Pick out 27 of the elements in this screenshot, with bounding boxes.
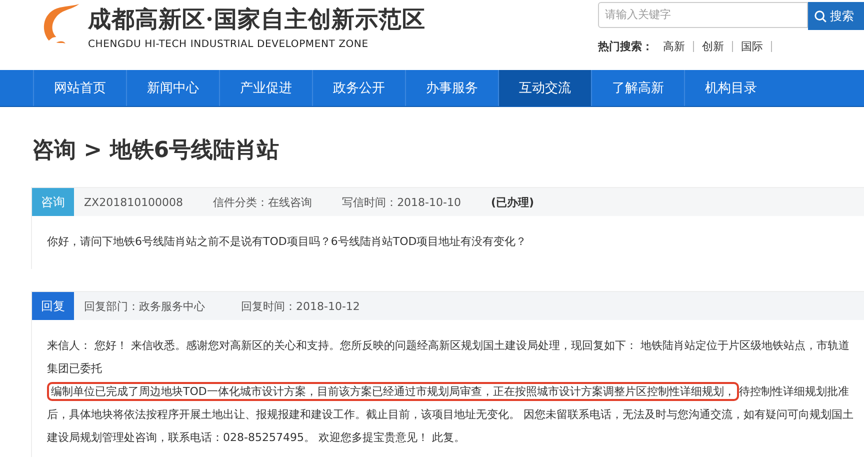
nav-tab[interactable]: 网站首页: [33, 70, 126, 106]
letter-meta: ZX201810100008: [84, 196, 184, 208]
search-field[interactable]: 请输入关键字: [598, 2, 808, 28]
site-title: 成都高新区·国家自主创新示范区: [88, 5, 426, 35]
letter-meta: 回复时间：2018-10-12: [241, 298, 360, 314]
site-subtitle: CHENGDU HI-TECH INDUSTRIAL DEVELOPMENT ZONE: [88, 39, 370, 50]
hot-search-link[interactable]: 国际: [737, 39, 767, 54]
nav-tab[interactable]: 政务公开: [312, 70, 405, 106]
nav-tab[interactable]: 新闻中心: [126, 70, 219, 106]
nav-tab[interactable]: 机构目录: [684, 70, 777, 106]
letter-meta: 信件分类：在线咨询: [213, 194, 312, 210]
search-icon: [814, 10, 827, 22]
letter-body: 来信人： 您好！ 来信收悉。感谢您对高新区的关心和支持。您所反映的问题经高新区规划国土建设局处理，现回复如下： 地铁陆肖站定位于片区级地铁站点，市轨道集团已委托 编制单位已完成了周边地块TOD一体化城市设计方案，目前该方案已经通过市规划局审查，正在按照城市设计方案调整片区控制性详细规划， 待控制性详细规划批准后，具体地块将依法按程序开展土地出让、报规报建和建设工作。截止目前，该项目地址无变化。 因您未留联系电话，无法及时与您沟通交流，如有疑问可向规划国土建设局规划管理处咨询，联系电话：028-85257495。 欢迎您多提宝贵意见！ 此复。: [46, 338, 854, 446]
hot-search-link[interactable]: 高新: [659, 39, 689, 54]
hot-search-label: 热门搜索：: [598, 39, 653, 54]
letter-meta: 回复部门：政务服务中心: [84, 298, 205, 314]
status-text: (已办理): [491, 194, 534, 210]
letter-meta: 写信时间：2018-10-10: [342, 194, 461, 210]
letter-tag: 咨询: [32, 188, 74, 216]
nav-tab[interactable]: 了解高新: [591, 70, 684, 106]
nav-tab[interactable]: 互动交流: [498, 70, 591, 106]
letter-tag: 回复: [32, 292, 74, 320]
letter-body: 你好，请问下地铁6号线陆肖站之前不是说有TOD项目吗？6号线陆肖站TOD项目地址有没有变化？: [46, 234, 528, 250]
page-title: 咨询 > 地铁6号线陆肖站: [32, 137, 280, 165]
hot-search-link[interactable]: 创新: [698, 39, 728, 54]
nav-tab[interactable]: 产业促进: [219, 70, 312, 106]
search-button[interactable]: 搜索: [808, 2, 864, 30]
